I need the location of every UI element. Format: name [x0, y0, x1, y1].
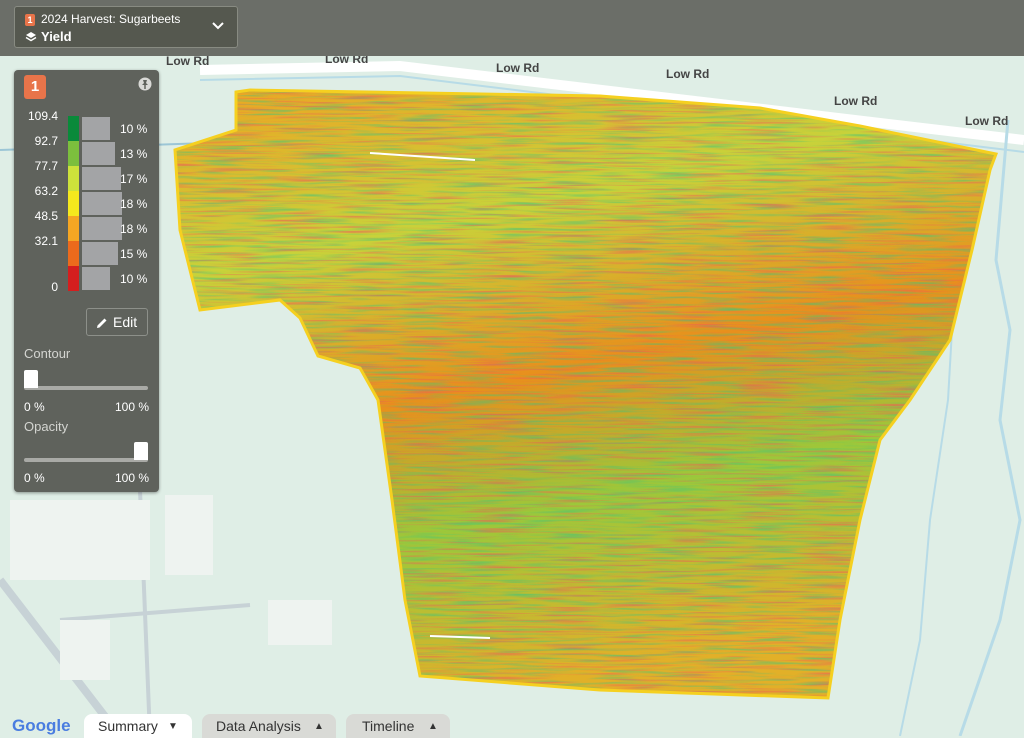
- legend-percent: 10 %: [120, 122, 148, 136]
- tab-summary-label: Summary: [98, 718, 158, 734]
- legend-histogram-bar: [82, 117, 110, 140]
- contour-min: 0 %: [24, 400, 45, 414]
- edit-label: Edit: [113, 314, 138, 330]
- legend-row: 0 10 %: [14, 266, 159, 294]
- google-logo-text: Google: [12, 716, 71, 735]
- legend-histogram-bar: [82, 242, 118, 265]
- legend-color-swatch: [68, 241, 79, 266]
- legend-percent: 13 %: [120, 147, 148, 161]
- legend-color-swatch: [68, 116, 79, 141]
- road-label: Low Rd: [496, 61, 540, 75]
- legend-histogram-bar: [82, 167, 121, 190]
- chevron-down-icon: [212, 22, 224, 30]
- legend-color-swatch: [68, 166, 79, 191]
- legend-percent: 18 %: [120, 197, 148, 211]
- pencil-icon: [97, 318, 107, 328]
- tab-summary[interactable]: Summary ▼: [84, 714, 192, 738]
- legend-color-swatch: [68, 141, 79, 166]
- legend-percent: 10 %: [120, 272, 148, 286]
- layer-badge: 1: [25, 14, 35, 26]
- legend-color-swatch: [68, 191, 79, 216]
- road-label: Low Rd: [834, 94, 878, 108]
- tab-data-analysis[interactable]: Data Analysis ▲: [202, 714, 336, 738]
- caret-down-icon: ▼: [168, 721, 178, 732]
- layers-icon: [25, 32, 37, 42]
- legend-histogram-bar: [82, 192, 122, 215]
- legend-percent: 18 %: [120, 222, 148, 236]
- legend-value: 0: [51, 280, 58, 294]
- opacity-slider[interactable]: [24, 458, 148, 462]
- legend-number-badge: 1: [24, 75, 46, 99]
- legend-value: 77.7: [34, 159, 58, 173]
- edit-button[interactable]: Edit: [86, 308, 148, 336]
- legend-value: 109.4: [27, 109, 58, 123]
- google-logo: Google: [12, 716, 71, 736]
- layer-name: Yield: [41, 29, 72, 44]
- tab-timeline-label: Timeline: [362, 718, 415, 734]
- tab-timeline[interactable]: Timeline ▲: [346, 714, 450, 738]
- legend-panel: 1 109.4 10 % 92.7 13 % 77.7 17 % 63.2 18 % 48.5 1…: [14, 70, 159, 492]
- caret-up-icon: ▲: [314, 721, 324, 732]
- legend-histogram-bar: [82, 267, 110, 290]
- contour-slider-thumb[interactable]: [24, 370, 38, 388]
- road-label: Low Rd: [965, 114, 1009, 128]
- layer-title: 2024 Harvest: Sugarbeets: [41, 12, 181, 26]
- opacity-min: 0 %: [24, 471, 45, 485]
- legend-histogram-bar: [82, 217, 122, 240]
- legend-percent: 17 %: [120, 172, 148, 186]
- legend-value: 32.1: [34, 234, 58, 248]
- pin-icon[interactable]: [138, 77, 152, 91]
- opacity-max: 100 %: [114, 471, 149, 485]
- legend-row: 32.1 15 %: [14, 234, 159, 266]
- legend-value: 92.7: [34, 134, 58, 148]
- layer-selector-dropdown[interactable]: 1 2024 Harvest: Sugarbeets Yield: [14, 6, 238, 48]
- legend-color-swatch: [68, 216, 79, 241]
- tab-data-analysis-label: Data Analysis: [216, 718, 301, 734]
- legend-value: 63.2: [34, 184, 58, 198]
- road-label: Low Rd: [666, 67, 710, 81]
- contour-max: 100 %: [114, 400, 149, 414]
- opacity-slider-thumb[interactable]: [134, 442, 148, 460]
- contour-slider[interactable]: [24, 386, 148, 390]
- contour-label: Contour: [24, 346, 71, 361]
- legend-histogram-bar: [82, 142, 115, 165]
- legend-percent: 15 %: [120, 247, 148, 261]
- opacity-label: Opacity: [24, 419, 69, 434]
- road-label: Low Rd: [166, 54, 210, 68]
- legend-value: 48.5: [34, 209, 58, 223]
- caret-up-icon: ▲: [428, 721, 438, 732]
- legend-color-swatch: [68, 266, 79, 291]
